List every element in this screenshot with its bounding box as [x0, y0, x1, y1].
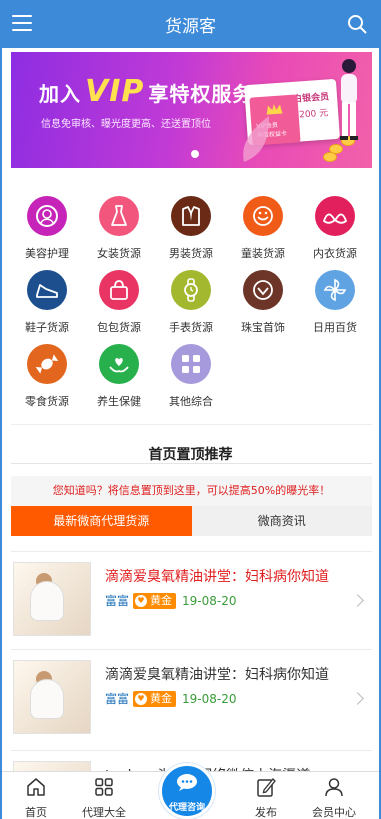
tab-wechat-news[interactable]: 微商资讯 [191, 506, 372, 536]
item-thumbnail [13, 562, 91, 636]
watch-icon [171, 270, 211, 310]
carousel-dot[interactable] [191, 150, 199, 158]
tab-latest-agent-sources[interactable]: 最新微商代理货源 [11, 506, 192, 536]
content-tabs: 最新微商代理货源 微商资讯 [11, 506, 372, 536]
kids-clothing-icon [243, 196, 283, 236]
bag-icon [99, 270, 139, 310]
heart-badge-icon: ♥ [135, 692, 148, 705]
section-title-underline [11, 463, 372, 464]
dress-icon [99, 196, 139, 236]
list-item[interactable]: 滴滴爱臭氧精油讲堂：妇科病你知道 富富 ♥ 黄金 19-08-20 [11, 551, 372, 636]
section-title: 首页置顶推荐 [148, 447, 233, 463]
user-icon [325, 778, 343, 797]
top-header: 货源客 [2, 0, 379, 48]
search-icon[interactable] [347, 14, 367, 34]
tab-home[interactable]: 首页 [6, 776, 66, 819]
category-other[interactable]: 其他综合 [155, 344, 227, 414]
item-meta: 富富 ♥ 黄金 19-08-20 [105, 592, 236, 609]
grid-icon [95, 778, 113, 796]
page: 货源客 加入 VIP 享特权服务 信息免审核、曝光度更高、还送置顶位 白银会员 仅需… [0, 0, 381, 819]
category-beauty[interactable]: 美容护理 [11, 196, 83, 266]
tab-agents[interactable]: 代理大全 [74, 776, 134, 819]
item-title: 滴滴爱臭氧精油讲堂：妇科病你知道 [105, 569, 329, 585]
category-shoes[interactable]: 鞋子货源 [11, 270, 83, 340]
heart-badge-icon: ♥ [135, 594, 148, 607]
gold-badge: ♥ 黄金 [133, 690, 177, 707]
tab-publish[interactable]: 发布 [236, 776, 296, 819]
category-snacks[interactable]: 零食货源 [11, 344, 83, 414]
category-watches[interactable]: 手表货源 [155, 270, 227, 340]
category-bags[interactable]: 包包货源 [83, 270, 155, 340]
category-jewelry[interactable]: 珠宝首饰 [227, 270, 299, 340]
banner-subline: 信息免审核、曝光度更高、还送置顶位 [41, 119, 211, 130]
menu-icon[interactable] [12, 15, 32, 33]
category-womens[interactable]: 女装货源 [83, 196, 155, 266]
item-user: 富富 [105, 594, 130, 608]
category-kids[interactable]: 童装货源 [227, 196, 299, 266]
divider [11, 424, 372, 425]
home-icon [27, 778, 45, 796]
vip-banner[interactable]: 加入 VIP 享特权服务 信息免审核、曝光度更高、还送置顶位 白银会员 仅需 200… [11, 52, 372, 168]
banner-headline: 加入 VIP 享特权服务 [39, 74, 254, 109]
tab-member-center[interactable]: 会员中心 [304, 776, 364, 819]
category-underwear[interactable]: 内衣货源 [299, 196, 371, 266]
underwear-icon [315, 196, 355, 236]
edit-icon [257, 778, 276, 797]
candy-icon [27, 344, 67, 384]
grid-icon [171, 344, 211, 384]
health-heart-icon [99, 344, 139, 384]
list-item[interactable]: 滴滴爱臭氧精油讲堂：妇科病你知道 富富 ♥ 黄金 19-08-20 [11, 649, 372, 734]
beauty-icon [27, 196, 67, 236]
category-daily[interactable]: 日用百货 [299, 270, 371, 340]
pinwheel-icon [315, 270, 355, 310]
chevron-right-icon [351, 594, 364, 607]
chat-bubble-icon [177, 774, 197, 791]
chevron-right-icon [351, 692, 364, 705]
item-meta: 富富 ♥ 黄金 19-08-20 [105, 690, 236, 707]
agent-consult-button[interactable]: 代理咨询 [159, 763, 215, 819]
item-date: 19-08-20 [182, 691, 237, 706]
leaf-decoration [243, 116, 269, 162]
item-user: 富富 [105, 692, 130, 706]
top-promo-notice[interactable]: 您知道吗？将信息置顶到这里，可以提高50%的曝光率！ [11, 476, 372, 506]
jewelry-icon [243, 270, 283, 310]
suit-icon [171, 196, 211, 236]
category-health[interactable]: 养生保健 [83, 344, 155, 414]
category-mens[interactable]: 男装货源 [155, 196, 227, 266]
person-illustration [340, 59, 358, 140]
item-date: 19-08-20 [182, 593, 237, 608]
shoe-icon [27, 270, 67, 310]
gold-badge: ♥ 黄金 [133, 592, 177, 609]
item-thumbnail [13, 660, 91, 734]
item-title: 滴滴爱臭氧精油讲堂：妇科病你知道 [105, 667, 329, 683]
app-title: 货源客 [165, 16, 216, 37]
